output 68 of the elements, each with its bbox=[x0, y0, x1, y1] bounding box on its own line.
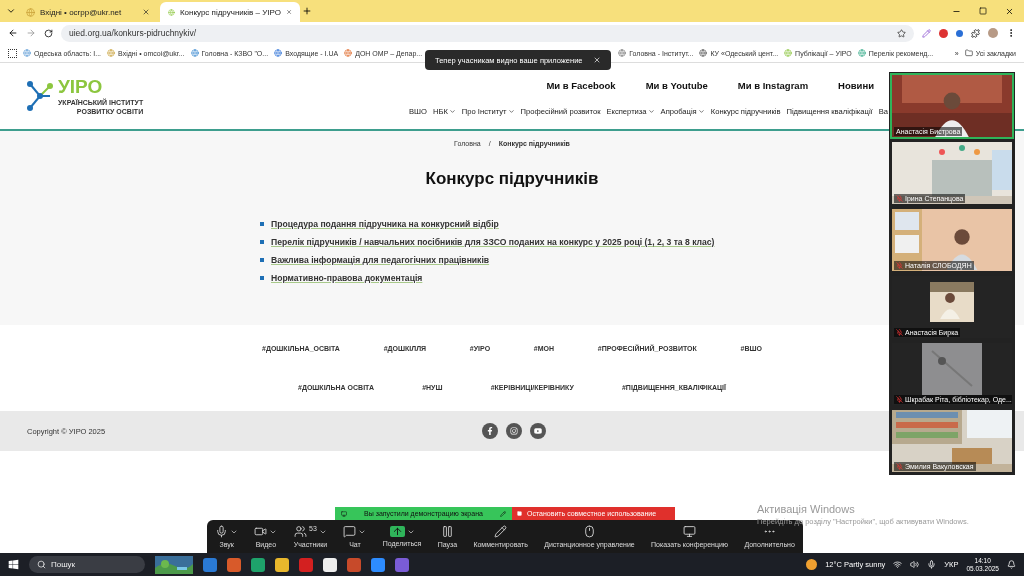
bullet-icon bbox=[260, 222, 264, 226]
header-link[interactable]: Ми в Instagram bbox=[737, 80, 809, 91]
camera-icon bbox=[254, 525, 268, 538]
back-icon[interactable] bbox=[8, 28, 18, 38]
logo-icon bbox=[26, 80, 54, 112]
instagram-icon[interactable] bbox=[506, 423, 522, 439]
bookmark-star-icon[interactable] bbox=[897, 28, 906, 38]
avatar-icon[interactable] bbox=[988, 28, 998, 38]
screen-icon bbox=[683, 525, 697, 538]
header-link[interactable]: Ми в Youtube bbox=[645, 80, 708, 91]
bookmark-icon bbox=[857, 49, 866, 57]
bookmark-icon bbox=[107, 49, 116, 57]
pencil-icon bbox=[494, 525, 508, 538]
microphone-icon bbox=[215, 525, 229, 538]
search-icon bbox=[37, 560, 46, 569]
close-icon[interactable] bbox=[592, 56, 601, 64]
maximize-icon[interactable] bbox=[979, 6, 987, 15]
browser-tab[interactable]: Конкурс підручників – УІРО bbox=[160, 2, 300, 22]
bullet-icon bbox=[260, 258, 264, 262]
new-tab-icon[interactable] bbox=[302, 6, 312, 16]
browser-tab[interactable]: Вхідні • ocrpp@ukr.net bbox=[18, 2, 158, 22]
bookmark-icon bbox=[699, 49, 708, 57]
mouse-icon bbox=[582, 525, 596, 538]
bullet-icon bbox=[260, 240, 264, 244]
site-icon bbox=[26, 7, 35, 17]
pause-icon bbox=[440, 525, 454, 538]
site-icon bbox=[168, 7, 175, 17]
start-icon[interactable] bbox=[8, 559, 19, 570]
folder-icon bbox=[964, 49, 973, 57]
bookmark-icon bbox=[274, 49, 283, 57]
bookmark-icon bbox=[344, 49, 353, 57]
app-icon[interactable] bbox=[275, 557, 289, 572]
document-link[interactable]: Нормативно-правова документація bbox=[271, 273, 423, 283]
document-link[interactable]: Перелік підручників / навчальних посібників для ЗЗСО поданих на конкурс у 2025 році (1, 2, 3 та 8 клас) bbox=[271, 237, 715, 247]
header-link[interactable]: Ми в Facebook bbox=[546, 80, 616, 91]
network-icon[interactable] bbox=[893, 560, 903, 569]
extensions-icon[interactable] bbox=[971, 28, 980, 38]
volume-icon[interactable] bbox=[910, 560, 920, 569]
address-field[interactable]: uied.org.ua/konkurs-pidruchnykiv/ bbox=[61, 24, 914, 42]
youtube-icon[interactable] bbox=[530, 423, 546, 439]
tab-list-icon[interactable] bbox=[6, 6, 16, 16]
people-icon bbox=[294, 525, 308, 538]
bookmark-icon bbox=[23, 49, 31, 57]
document-link[interactable]: Процедура подання підручника на конкурсний відбір bbox=[271, 219, 499, 229]
chat-icon bbox=[343, 525, 357, 538]
stop-icon bbox=[517, 511, 522, 516]
search-field[interactable]: Пошук bbox=[29, 556, 145, 573]
app-icon[interactable] bbox=[323, 557, 337, 572]
close-icon[interactable] bbox=[142, 8, 150, 16]
page-title: Конкурс підручників bbox=[425, 169, 599, 189]
apps-icon[interactable] bbox=[8, 48, 17, 58]
screen-icon bbox=[341, 510, 347, 517]
bookmark-icon bbox=[784, 49, 793, 57]
share-icon bbox=[389, 526, 405, 537]
header-link[interactable]: Новини bbox=[838, 80, 874, 91]
bookmark-icon bbox=[190, 49, 199, 57]
notifications-icon[interactable] bbox=[1007, 560, 1016, 569]
close-icon[interactable] bbox=[1005, 6, 1014, 16]
document-link[interactable]: Важлива інформація для педагогічних працівників bbox=[271, 255, 490, 265]
weather-icon bbox=[806, 559, 818, 570]
reload-icon[interactable] bbox=[44, 28, 53, 38]
bookmark-icon bbox=[618, 49, 627, 57]
activation-title: Активація Windows bbox=[757, 503, 856, 515]
logo-name: УІРО bbox=[58, 75, 104, 98]
bullet-icon bbox=[260, 276, 264, 280]
pencil-icon bbox=[500, 510, 506, 517]
facebook-icon[interactable] bbox=[482, 423, 498, 439]
microphone-icon[interactable] bbox=[927, 560, 937, 569]
